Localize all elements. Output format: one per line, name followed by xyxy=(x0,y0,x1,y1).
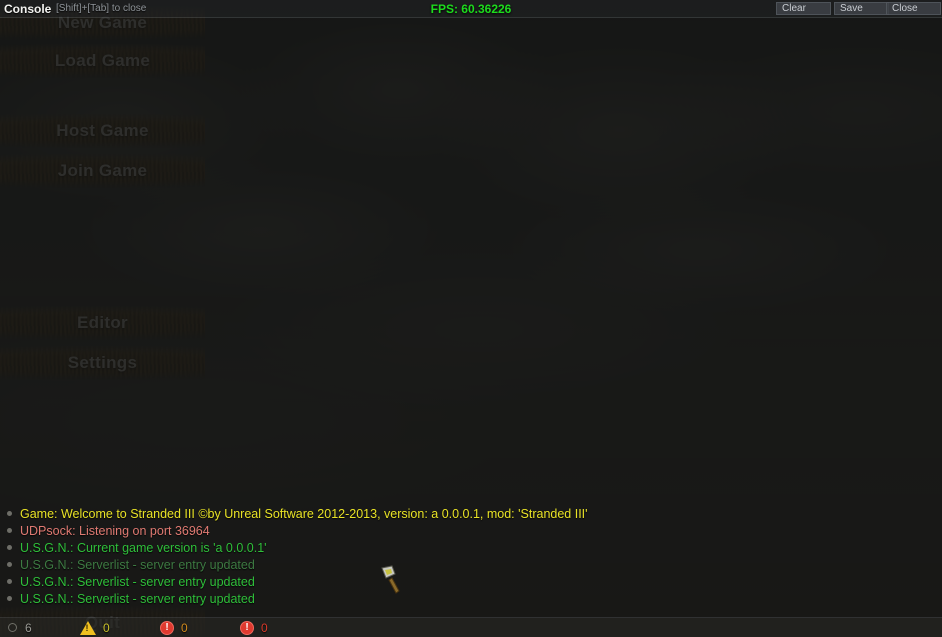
clear-button[interactable]: Clear xyxy=(776,2,831,15)
console-log-line: U.S.G.N.: Serverlist - server entry upda… xyxy=(0,556,942,573)
log-bullet-icon xyxy=(7,545,12,550)
info-count: 6 xyxy=(25,620,32,635)
log-bullet-icon xyxy=(7,528,12,533)
log-line-text: U.S.G.N.: Serverlist - server entry upda… xyxy=(20,557,255,572)
status-warning-group: 0 xyxy=(80,620,110,635)
critical-circle-icon xyxy=(240,620,254,635)
info-circle-icon xyxy=(8,623,17,632)
log-line-text: U.S.G.N.: Serverlist - server entry upda… xyxy=(20,591,255,606)
warning-count: 0 xyxy=(103,620,110,635)
log-bullet-icon xyxy=(7,596,12,601)
console-log-line: U.S.G.N.: Current game version is 'a 0.0… xyxy=(0,539,942,556)
console-status-bar: 6 0 0 0 xyxy=(0,618,942,637)
error-count: 0 xyxy=(181,620,188,635)
console-log-line: Game: Welcome to Stranded III ©by Unreal… xyxy=(0,505,942,522)
status-critical-group: 0 xyxy=(240,620,268,635)
log-line-text: Game: Welcome to Stranded III ©by Unreal… xyxy=(20,506,588,521)
save-button[interactable]: Save xyxy=(834,2,889,15)
console-log-list[interactable]: Game: Welcome to Stranded III ©by Unreal… xyxy=(0,505,942,617)
console-log-line: U.S.G.N.: Serverlist - server entry upda… xyxy=(0,590,942,607)
critical-count: 0 xyxy=(261,620,268,635)
log-line-text: U.S.G.N.: Serverlist - server entry upda… xyxy=(20,574,255,589)
log-line-text: UDPsock: Listening on port 36964 xyxy=(20,523,210,538)
log-bullet-icon xyxy=(7,562,12,567)
error-circle-icon xyxy=(160,620,174,635)
console-overlay: Console [Shift]+[Tab] to close FPS: 60.3… xyxy=(0,0,942,637)
console-log-line: UDPsock: Listening on port 36964 xyxy=(0,522,942,539)
close-button[interactable]: Close xyxy=(886,2,941,15)
stone-axe-cursor xyxy=(378,565,404,600)
console-log-line: U.S.G.N.: Serverlist - server entry upda… xyxy=(0,573,942,590)
log-bullet-icon xyxy=(7,511,12,516)
log-line-text: U.S.G.N.: Current game version is 'a 0.0… xyxy=(20,540,267,555)
console-header-divider xyxy=(0,17,942,18)
warning-triangle-icon xyxy=(80,620,96,635)
status-error-group: 0 xyxy=(160,620,188,635)
log-bullet-icon xyxy=(7,579,12,584)
status-info-group: 6 xyxy=(8,621,32,635)
